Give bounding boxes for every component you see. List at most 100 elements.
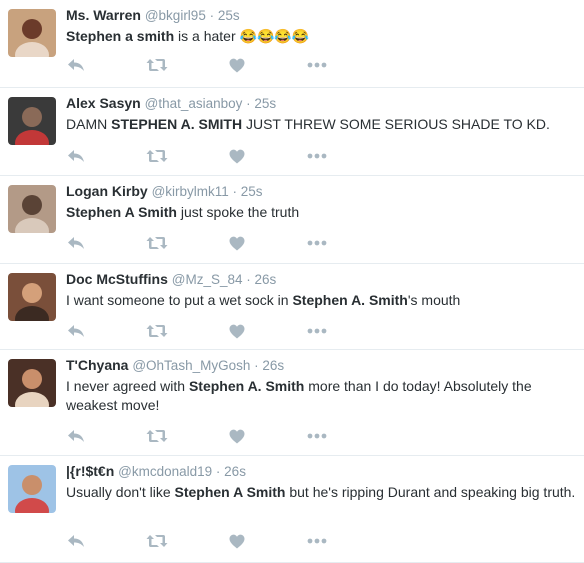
tweet-text-segment: 's mouth [407, 292, 461, 308]
retweet-button[interactable] [146, 427, 168, 445]
tweet-keyword: Stephen A Smith [174, 484, 286, 500]
separator-dot: · [205, 8, 218, 23]
heart-icon [229, 58, 245, 73]
tweet-header: Doc McStuffins @Mz_S_84 · 26s [66, 270, 576, 289]
tweet-actions [66, 427, 366, 445]
display-name[interactable]: Alex Sasyn [66, 95, 141, 111]
avatar[interactable] [8, 465, 56, 513]
tweet-text-segment: JUST THREW SOME SERIOUS SHADE TO KD. [242, 116, 550, 132]
username[interactable]: @that_asianboy [145, 96, 243, 111]
tweet[interactable]: Doc McStuffins @Mz_S_84 · 26s I want som… [0, 264, 584, 350]
timestamp[interactable]: 26s [255, 272, 277, 287]
reply-icon [67, 58, 85, 72]
more-button[interactable] [306, 322, 328, 340]
display-name[interactable]: Ms. Warren [66, 7, 141, 23]
more-button[interactable] [306, 147, 328, 165]
reply-icon [67, 149, 85, 163]
avatar[interactable] [8, 9, 56, 57]
more-dots-icon [307, 62, 327, 68]
tweet-content: Logan Kirby @kirbylmk11 · 25s Stephen A … [66, 182, 576, 222]
retweet-button[interactable] [146, 56, 168, 74]
more-button[interactable] [306, 532, 328, 550]
tweet[interactable]: Alex Sasyn @that_asianboy · 25s DAMN STE… [0, 88, 584, 176]
like-button[interactable] [228, 427, 246, 445]
like-button[interactable] [228, 322, 246, 340]
more-dots-icon [307, 328, 327, 334]
username[interactable]: @Mz_S_84 [172, 272, 243, 287]
retweet-icon [146, 148, 168, 164]
separator-dot: · [228, 184, 241, 199]
timestamp[interactable]: 25s [218, 8, 240, 23]
reply-button[interactable] [66, 147, 86, 165]
more-dots-icon [307, 538, 327, 544]
display-name[interactable]: T'Chyana [66, 357, 128, 373]
reply-icon [67, 429, 85, 443]
heart-icon [229, 534, 245, 549]
tweet-header: |{r!$t€n @kmcdonald19 · 26s [66, 462, 576, 481]
like-button[interactable] [228, 532, 246, 550]
display-name[interactable]: |{r!$t€n [66, 463, 114, 479]
reply-button[interactable] [66, 234, 86, 252]
separator-dot: · [242, 272, 255, 287]
more-button[interactable] [306, 427, 328, 445]
tweet[interactable]: Ms. Warren @bkgirl95 · 25s Stephen a smi… [0, 0, 584, 88]
more-dots-icon [307, 153, 327, 159]
avatar[interactable] [8, 185, 56, 233]
display-name[interactable]: Logan Kirby [66, 183, 148, 199]
tweet-actions [66, 147, 366, 165]
tweet-text-segment: Usually don't like [66, 484, 175, 500]
avatar[interactable] [8, 97, 56, 145]
retweet-button[interactable] [146, 234, 168, 252]
like-button[interactable] [228, 147, 246, 165]
retweet-button[interactable] [146, 532, 168, 550]
tweet-keyword: STEPHEN A. SMITH [111, 116, 243, 132]
separator-dot: · [242, 96, 255, 111]
username[interactable]: @kmcdonald19 [118, 464, 212, 479]
reply-icon [67, 324, 85, 338]
like-button[interactable] [228, 234, 246, 252]
retweet-button[interactable] [146, 322, 168, 340]
retweet-button[interactable] [146, 147, 168, 165]
display-name[interactable]: Doc McStuffins [66, 271, 168, 287]
timestamp[interactable]: 26s [224, 464, 246, 479]
tweet-content: Ms. Warren @bkgirl95 · 25s Stephen a smi… [66, 6, 576, 46]
reply-button[interactable] [66, 322, 86, 340]
tweet-keyword: Stephen A Smith [66, 204, 177, 220]
tweet-content: |{r!$t€n @kmcdonald19 · 26s Usually don'… [66, 462, 576, 502]
tweet-text-segment: just spoke the truth [176, 204, 300, 220]
tweet-actions [66, 532, 366, 550]
more-dots-icon [307, 433, 327, 439]
retweet-icon [146, 235, 168, 251]
tweet-text-segment: I never agreed with [66, 378, 189, 394]
username[interactable]: @bkgirl95 [145, 8, 206, 23]
more-dots-icon [307, 240, 327, 246]
timestamp[interactable]: 26s [262, 358, 284, 373]
tweet-content: Doc McStuffins @Mz_S_84 · 26s I want som… [66, 270, 576, 310]
like-button[interactable] [228, 56, 246, 74]
tweet-header: Alex Sasyn @that_asianboy · 25s [66, 94, 576, 113]
more-button[interactable] [306, 56, 328, 74]
tweet-text: Stephen a smith is a hater 😂😂😂😂 [66, 27, 576, 46]
tweet[interactable]: Logan Kirby @kirbylmk11 · 25s Stephen A … [0, 176, 584, 264]
heart-icon [229, 429, 245, 444]
avatar[interactable] [8, 359, 56, 407]
tweet[interactable]: T'Chyana @OhTash_MyGosh · 26s I never ag… [0, 350, 584, 456]
username[interactable]: @OhTash_MyGosh [132, 358, 250, 373]
reply-button[interactable] [66, 56, 86, 74]
more-button[interactable] [306, 234, 328, 252]
reply-button[interactable] [66, 532, 86, 550]
tweet-text-segment: I want someone to put a wet sock in [66, 292, 293, 308]
separator-dot: · [250, 358, 263, 373]
avatar[interactable] [8, 273, 56, 321]
username[interactable]: @kirbylmk11 [152, 184, 229, 199]
tweet-content: T'Chyana @OhTash_MyGosh · 26s I never ag… [66, 356, 576, 415]
reply-button[interactable] [66, 427, 86, 445]
tweet[interactable]: |{r!$t€n @kmcdonald19 · 26s Usually don'… [0, 456, 584, 563]
timestamp[interactable]: 25s [254, 96, 276, 111]
tweet-text: I want someone to put a wet sock in Step… [66, 291, 576, 310]
tweet-text-segment: DAMN [66, 116, 112, 132]
tweet-actions [66, 234, 366, 252]
timestamp[interactable]: 25s [241, 184, 263, 199]
tweet-actions [66, 322, 366, 340]
separator-dot: · [212, 464, 225, 479]
